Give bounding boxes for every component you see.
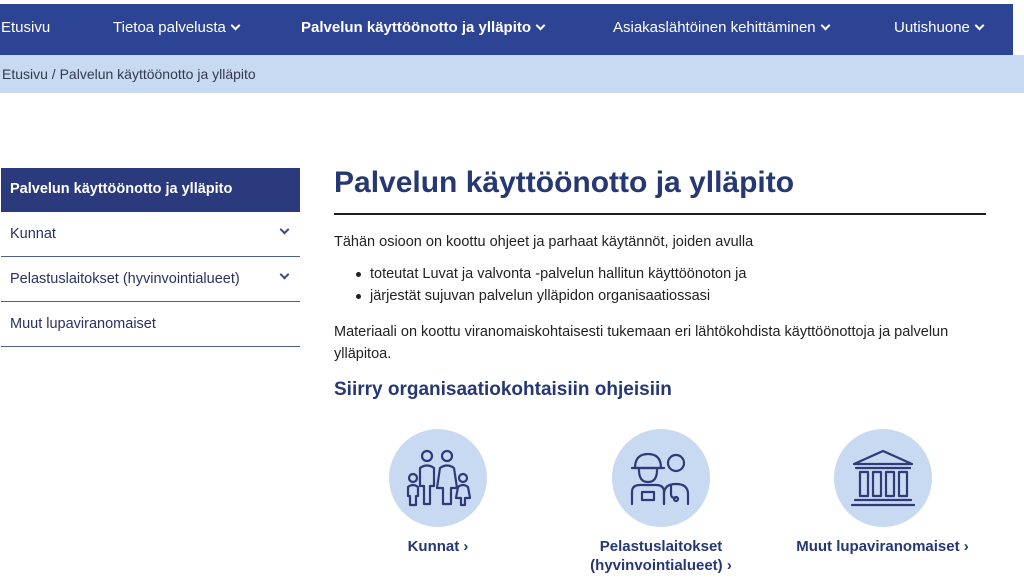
nav-item-label: Tietoa palvelusta [113,19,226,36]
government-building-icon [833,429,932,527]
list-item: järjestät sujuvan palvelun ylläpidon org… [356,285,986,307]
breadcrumb-text[interactable]: Etusivu / Palvelun käyttöönotto ja ylläp… [2,66,256,82]
breadcrumb: Etusivu / Palvelun käyttöönotto ja ylläp… [0,55,1024,93]
nav-item-uutishuone[interactable]: Uutishuone [894,19,985,36]
main-content: Palvelun käyttöönotto ja ylläpito Tähän … [334,160,986,401]
chevron-down-icon [230,20,241,31]
right-edge [1013,0,1024,55]
top-navigation: Etusivu Tietoa palvelusta Palvelun käytt… [0,0,1024,55]
card-label-line: Muut lupaviranomaiset › [796,538,969,555]
list-item: toteutat Luvat ja valvonta -palvelun hal… [356,263,986,285]
card-label-line: Pelastuslaitokset [599,538,723,555]
sidebar-item-label: Kunnat [10,226,56,242]
card-label[interactable]: Pelastuslaitokset (hyvinvointialueet) › [576,537,746,575]
family-icon [389,429,487,527]
chevron-down-icon [535,20,546,31]
card-pelastuslaitokset[interactable]: Pelastuslaitokset (hyvinvointialueet) › [576,429,746,575]
nav-item-label: Palvelun käyttöönotto ja ylläpito [301,19,532,36]
card-label-line: (hyvinvointialueet) › [590,557,732,574]
card-label-line: Kunnat › [407,538,469,555]
card-label[interactable]: Kunnat › [388,537,488,556]
sidebar-item-label: Pelastuslaitokset (hyvinvointialueet) [10,271,240,287]
intro-text: Tähän osioon on koottu ohjeet ja parhaat… [334,234,754,250]
card-kunnat[interactable]: Kunnat › [388,429,488,556]
chevron-down-icon [820,20,831,31]
nav-item-etusivu[interactable]: Etusivu [1,19,50,36]
section-heading: Siirry organisaatiokohtaisiin ohjeisiin [334,379,672,400]
nav-item-label: Uutishuone [894,19,970,36]
sidebar-item-active[interactable]: Palvelun käyttöönotto ja ylläpito [1,168,300,212]
chevron-down-icon[interactable] [279,224,290,235]
sidebar-item-muut-lupaviranomaiset[interactable]: Muut lupaviranomaiset [1,302,300,347]
sidebar-item-label: Muut lupaviranomaiset [10,316,156,332]
card-muut-lupaviranomaiset[interactable]: Muut lupaviranomaiset › [780,429,985,556]
card-label[interactable]: Muut lupaviranomaiset › [780,537,985,556]
description-paragraph: Materiaali on koottu viranomaiskohtaises… [334,324,949,362]
nav-item-tietoa-palvelusta[interactable]: Tietoa palvelusta [113,19,241,36]
nav-item-label: Etusivu [1,19,51,36]
top-border [0,0,1024,4]
sidebar-item-kunnat[interactable]: Kunnat [1,212,300,257]
firefighter-paramedic-icon [612,429,710,527]
nav-item-kayttoonotto[interactable]: Palvelun käyttöönotto ja ylläpito [301,19,546,36]
sidebar-nav: Palvelun käyttöönotto ja ylläpito Kunnat… [1,168,300,347]
sidebar-item-label: Palvelun käyttöönotto ja ylläpito [10,181,233,197]
bullet-list: toteutat Luvat ja valvonta -palvelun hal… [334,263,986,307]
chevron-down-icon [974,20,985,31]
nav-item-asiakaslahtoinen[interactable]: Asiakaslähtöinen kehittäminen [613,19,831,36]
page-title: Palvelun käyttöönotto ja ylläpito [334,166,795,199]
nav-item-label: Asiakaslähtöinen kehittäminen [613,19,816,36]
title-divider [334,213,986,215]
sidebar-item-pelastuslaitokset[interactable]: Pelastuslaitokset (hyvinvointialueet) [1,257,300,302]
chevron-down-icon[interactable] [279,269,290,280]
